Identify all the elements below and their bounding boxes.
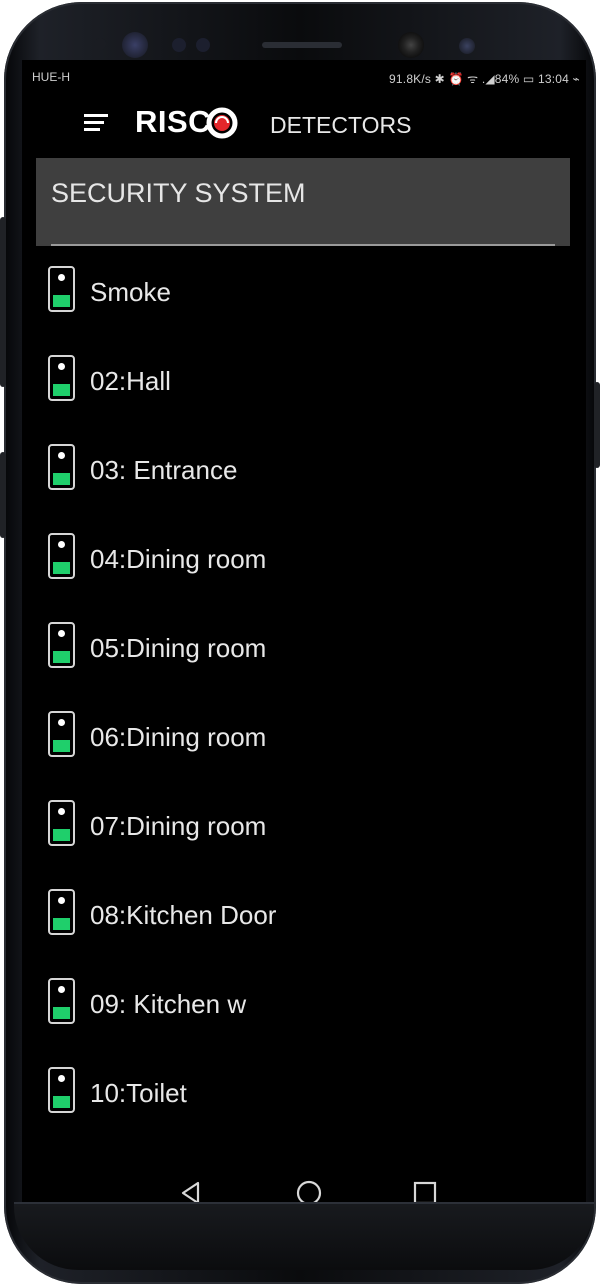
system-section-header[interactable]: SECURITY SYSTEM [36,158,570,246]
detector-row[interactable]: 10:Toilet [22,1051,586,1140]
app-bar: RISC DETECTORS [22,94,586,154]
detector-status-icon [48,978,75,1024]
sensor [94,38,106,50]
detector-status-icon [48,889,75,935]
detector-status-icon [48,711,75,757]
detector-status-icon [48,444,75,490]
detector-row[interactable]: 05:Dining room [22,606,586,695]
detector-row[interactable]: 06:Dining room [22,695,586,784]
sensor [196,38,210,52]
carrier-name: HUE-H [32,70,70,84]
volume-up-button [0,217,6,387]
front-camera [398,32,424,58]
detector-status-icon [48,355,75,401]
detector-label: 05:Dining room [90,633,267,663]
sensor [172,38,186,52]
power-button [594,382,600,468]
sensor [459,38,475,54]
detector-label: 10:Toilet [90,1078,187,1108]
detector-row[interactable]: 07:Dining room [22,784,586,873]
status-bar: HUE-H 91.8K/s ✱ ⏰ ᯤ .◢84% ▭ 13:04 ⌁ [22,60,586,94]
detector-row[interactable]: 02:Hall [22,339,586,428]
page-title: DETECTORS [270,112,412,138]
volume-down-button [0,452,6,538]
risco-logo-mark-icon [206,107,238,139]
detector-status-icon [48,800,75,846]
detector-status-icon [48,1067,75,1113]
hamburger-icon[interactable] [84,114,110,134]
detector-status-icon [48,266,75,312]
phone-frame: HUE-H 91.8K/s ✱ ⏰ ᯤ .◢84% ▭ 13:04 ⌁ RISC… [0,2,600,1284]
phone-chin [14,1202,594,1270]
detector-label: 02:Hall [90,366,171,396]
detector-label: 06:Dining room [90,722,267,752]
earpiece-speaker [262,42,342,48]
detector-label: 07:Dining room [90,811,267,841]
detector-row[interactable]: 03: Entrance [22,428,586,517]
status-indicators: 91.8K/s ✱ ⏰ ᯤ .◢84% ▭ 13:04 ⌁ [389,72,580,86]
detector-row[interactable]: 08:Kitchen Door [22,873,586,962]
iris-scanner [122,32,148,58]
detector-row[interactable]: 09: Kitchen w [22,962,586,1051]
section-divider [51,244,555,246]
detector-row[interactable]: Smoke [22,250,586,339]
detector-label: 09: Kitchen w [90,989,247,1019]
detector-label: Smoke [90,277,171,307]
detector-label: 03: Entrance [90,455,238,485]
section-label: SECURITY SYSTEM [51,178,306,208]
detector-label: 08:Kitchen Door [90,900,277,930]
detector-status-icon [48,533,75,579]
detector-label: 04:Dining room [90,544,267,574]
risco-logo: RISC [135,104,212,139]
detector-row[interactable]: 04:Dining room [22,517,586,606]
detector-status-icon [48,622,75,668]
screen: HUE-H 91.8K/s ✱ ⏰ ᯤ .◢84% ▭ 13:04 ⌁ RISC… [22,60,586,1218]
